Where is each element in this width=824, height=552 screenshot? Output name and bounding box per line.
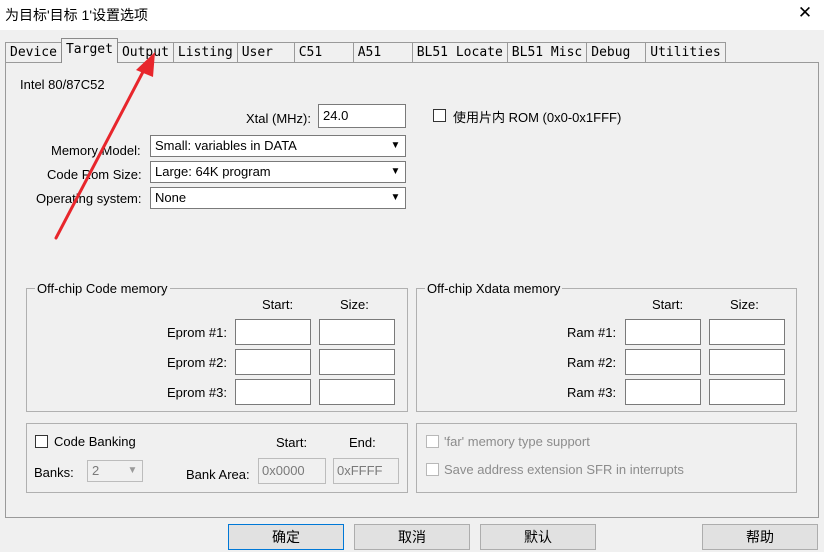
annotation-arrow [54, 52, 155, 240]
tab-target[interactable]: Target [60, 38, 118, 63]
arrow-head [136, 52, 155, 77]
arrow-shaft [54, 66, 147, 240]
